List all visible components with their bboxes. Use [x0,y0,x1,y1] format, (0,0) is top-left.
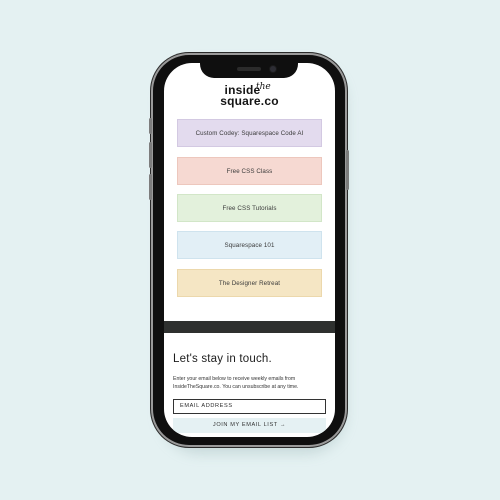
section-divider [164,321,335,333]
camera-icon [270,66,276,72]
phone-volume-up-button [149,142,152,168]
phone-power-button [346,150,349,190]
link-button-custom-codey[interactable]: Custom Codey: Squarespace Code AI [177,119,322,147]
link-button-designer-retreat[interactable]: The Designer Retreat [177,269,322,297]
link-button-free-css-tutorials[interactable]: Free CSS Tutorials [177,194,322,222]
phone-side-button [149,118,152,134]
newsletter-description: Enter your email below to receive weekly… [173,376,299,390]
site-logo[interactable]: inside the square.co [164,82,335,108]
link-button-free-css-class[interactable]: Free CSS Class [177,157,322,185]
logo-script: the [256,82,271,92]
newsletter-title: Let's stay in touch. [173,353,272,365]
phone-volume-down-button [149,174,152,200]
link-button-label: Custom Codey: Squarespace Code AI [195,129,304,137]
link-button-squarespace-101[interactable]: Squarespace 101 [177,231,322,259]
phone-screen: inside the square.co Custom Codey: Squar… [164,63,335,437]
link-button-label: Free CSS Tutorials [222,204,277,212]
link-button-label: The Designer Retreat [218,279,281,287]
phone-speaker [237,67,261,71]
link-button-label: Squarespace 101 [224,241,275,249]
logo-line-2: square.co [220,94,279,108]
scene: inside the square.co Custom Codey: Squar… [0,0,500,500]
join-email-list-button[interactable]: JOIN MY EMAIL LIST → [173,418,326,433]
link-button-label: Free CSS Class [226,167,273,175]
email-field[interactable]: EMAIL ADDRESS [173,399,326,414]
